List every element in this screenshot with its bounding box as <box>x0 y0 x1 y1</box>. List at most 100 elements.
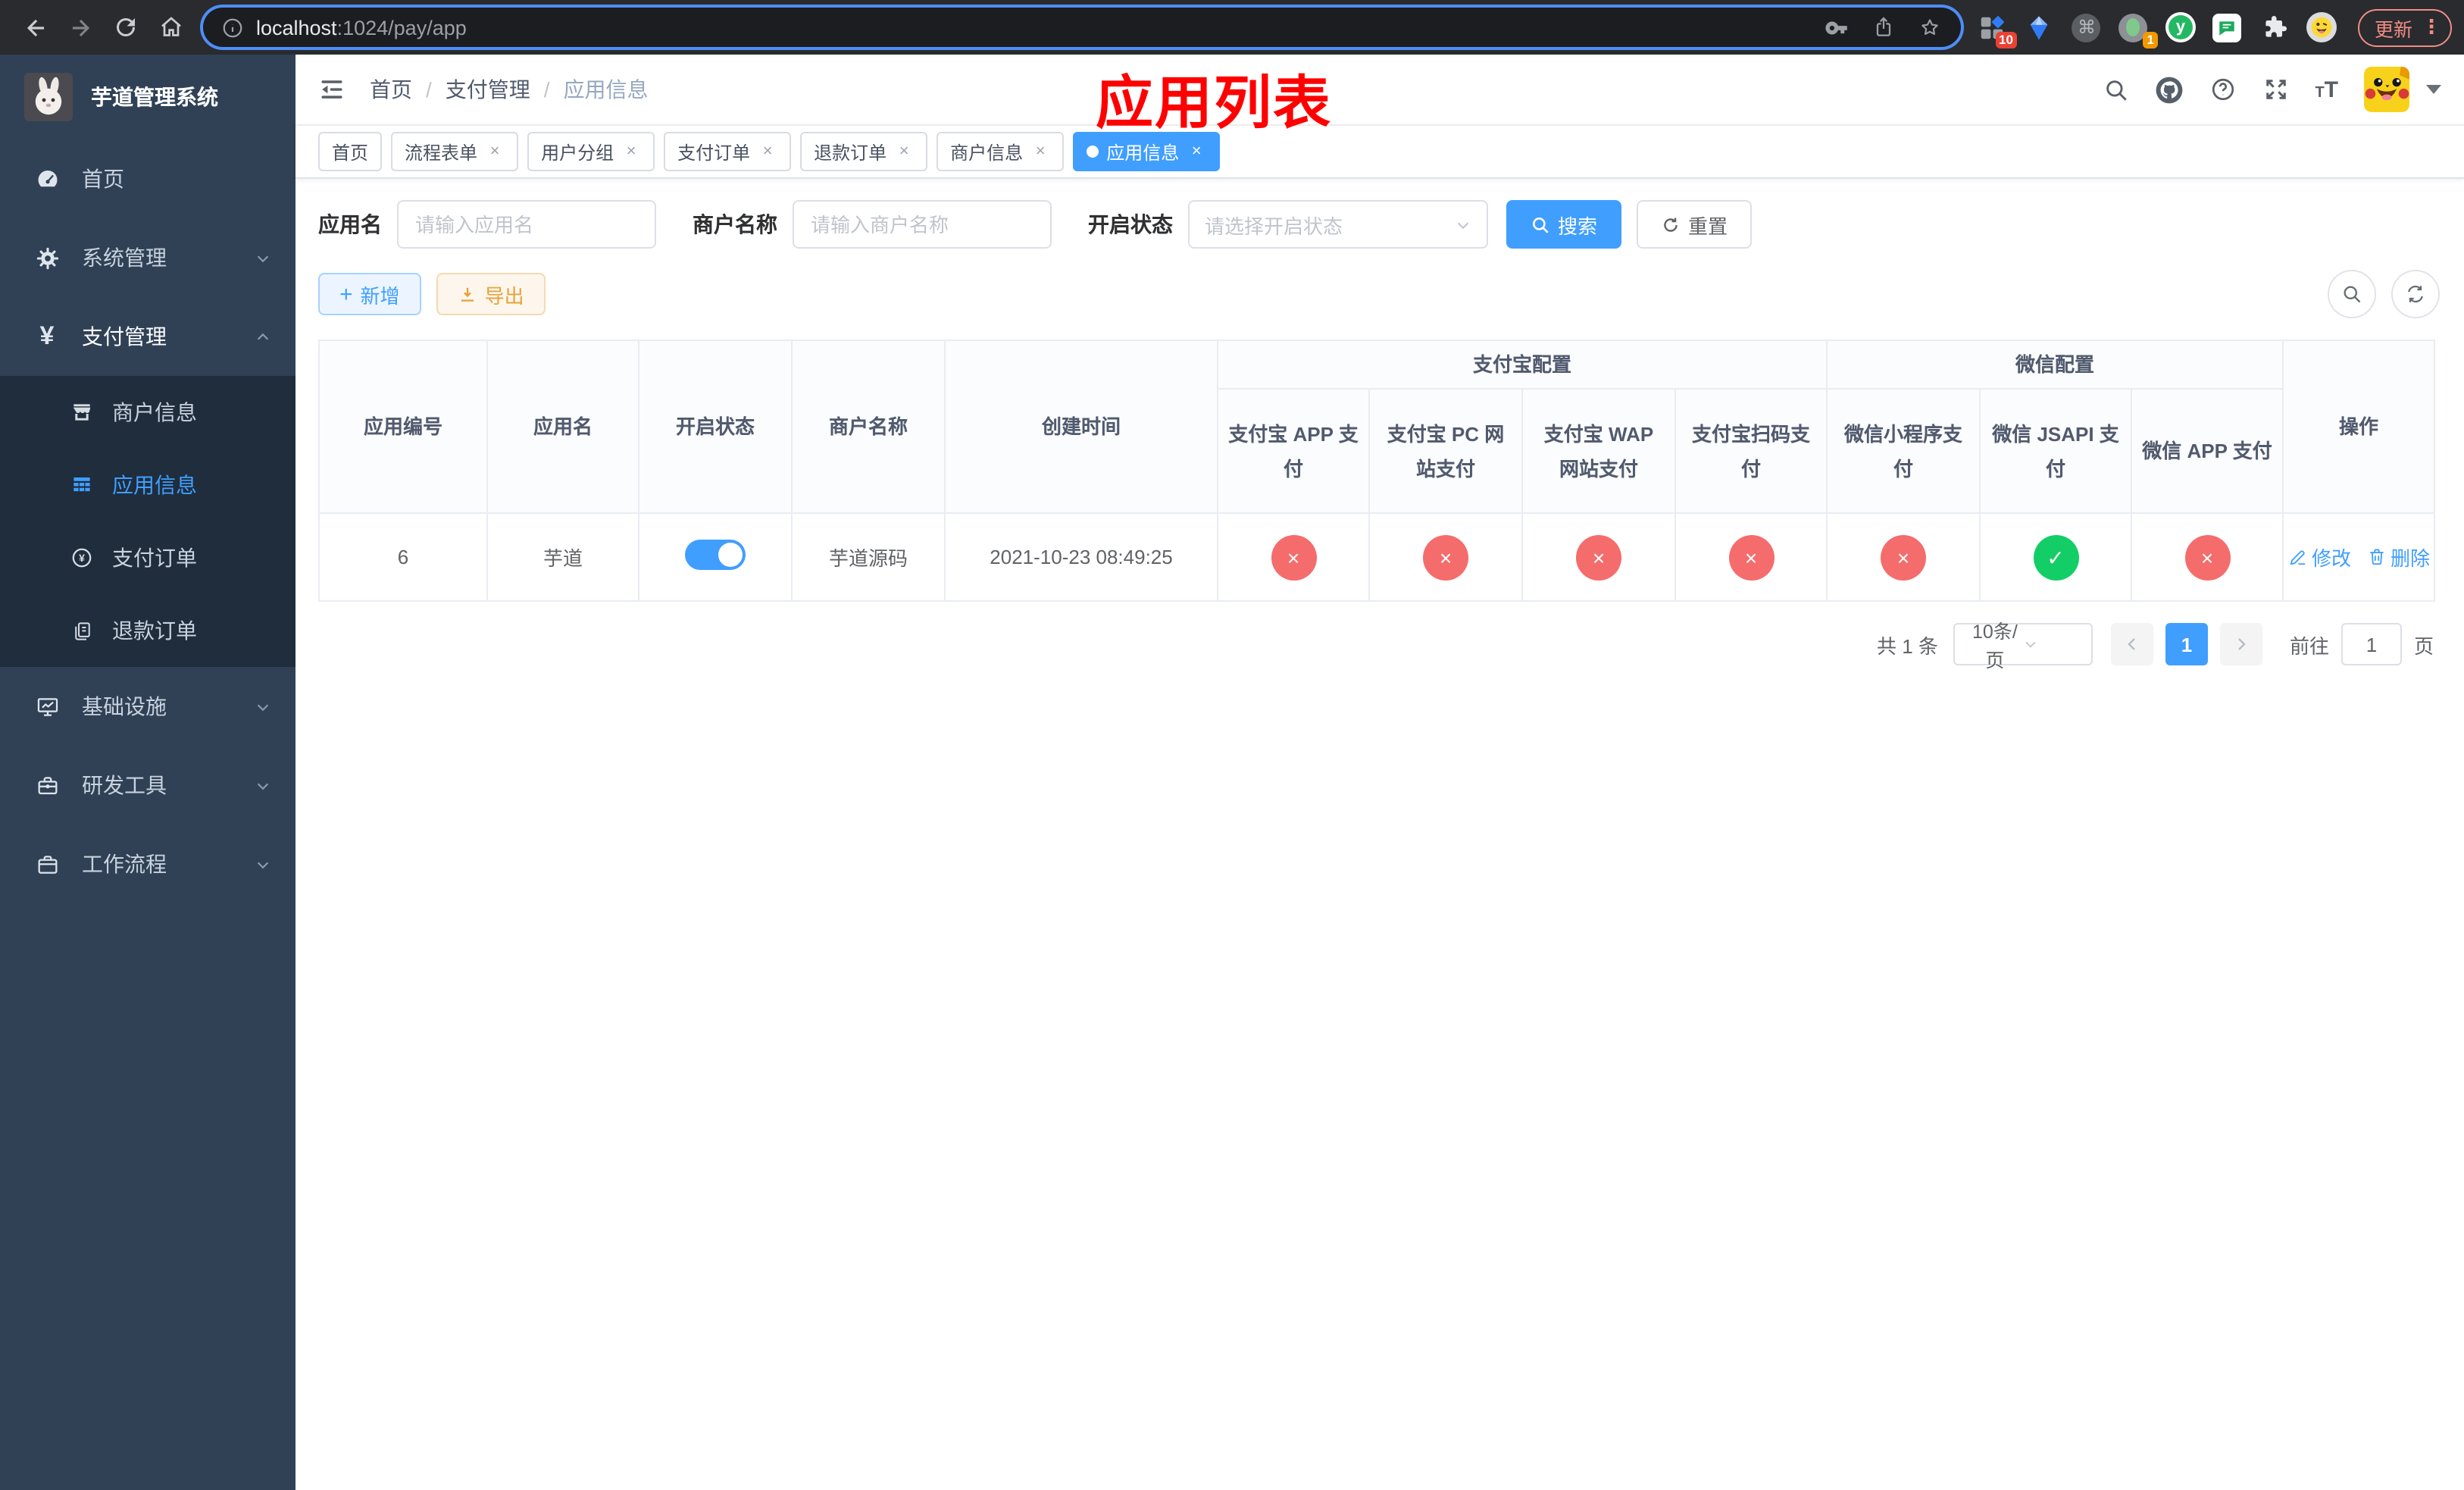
profile-avatar-icon[interactable] <box>2305 11 2338 44</box>
share-icon[interactable] <box>1871 15 1896 39</box>
tab-user-group[interactable]: 用户分组 × <box>527 132 655 171</box>
browser-back-icon[interactable] <box>12 5 58 50</box>
navbar: 首页 / 支付管理 / 应用信息 应用列表 T T <box>295 55 2464 136</box>
breadcrumb-payment[interactable]: 支付管理 <box>446 74 530 105</box>
tab-home[interactable]: 首页 <box>318 132 383 171</box>
cell-merchant: 芋道源码 <box>791 512 946 603</box>
reset-button[interactable]: 重置 <box>1637 200 1753 249</box>
col-app-name: 应用名 <box>486 339 639 515</box>
edit-link[interactable]: 修改 <box>2287 543 2351 572</box>
merchant-name-label: 商户名称 <box>693 212 777 236</box>
breadcrumb-home[interactable]: 首页 <box>370 74 412 105</box>
extension-badge: 1 <box>2143 31 2158 49</box>
app-name-label: 应用名 <box>318 212 382 236</box>
table-row: 6 芋道 芋道源码 2021-10-23 08:49:25 × × × × × <box>318 512 2436 603</box>
font-size-icon[interactable]: TT <box>2315 78 2338 101</box>
site-info-icon[interactable] <box>221 16 244 39</box>
col-alipay-pc: 支付宝 PC 网站支付 <box>1368 388 1523 515</box>
password-key-icon[interactable] <box>1825 14 1850 40</box>
next-page-button[interactable] <box>2219 623 2262 666</box>
close-icon[interactable]: × <box>894 142 914 161</box>
sidebar-item-dev-tools[interactable]: 研发工具 <box>0 746 295 825</box>
col-status: 开启状态 <box>638 339 793 515</box>
github-icon[interactable] <box>2154 75 2183 104</box>
prev-page-button[interactable] <box>2110 623 2153 666</box>
extensions-area: 10 ⌘ 1 y 更新 ⋮ <box>1976 8 2452 49</box>
search-icon[interactable] <box>2103 77 2128 102</box>
close-icon[interactable]: × <box>1187 142 1206 161</box>
breadcrumb-current: 应用信息 <box>563 77 649 102</box>
sidebar-item-infrastructure[interactable]: 基础设施 <box>0 667 295 746</box>
tags-view: 首页 流程表单 × 用户分组 × 支付订单 × 退款订单 × 商户信息 × 应用信息 × <box>295 126 2464 179</box>
chevron-down-icon <box>1455 216 1471 233</box>
help-icon[interactable] <box>2209 76 2236 103</box>
chevron-down-icon <box>255 698 271 715</box>
cell-alipay-wap: × <box>1521 512 1676 603</box>
close-icon[interactable]: × <box>1030 142 1050 161</box>
caret-down-icon[interactable] <box>2426 85 2441 94</box>
col-wechat-app: 微信 APP 支付 <box>2131 388 2284 515</box>
page-number-button[interactable]: 1 <box>2165 623 2208 666</box>
address-bar[interactable]: localhost:1024/pay/app <box>203 8 1961 47</box>
sidebar-item-home[interactable]: 首页 <box>0 139 295 218</box>
extension-yuque-icon[interactable]: y <box>2164 11 2197 44</box>
extension-gem-icon[interactable] <box>2023 11 2056 44</box>
extension-cmd-icon[interactable]: ⌘ <box>2070 11 2103 44</box>
extension-record-icon[interactable]: 1 <box>2117 11 2158 49</box>
sidebar-item-refund-orders[interactable]: 退款订单 <box>0 594 295 667</box>
sidebar-item-workflow[interactable]: 工作流程 <box>0 825 295 903</box>
close-icon[interactable]: × <box>485 142 505 161</box>
cell-operations: 修改 删除 <box>2282 512 2436 603</box>
search-button[interactable]: 搜索 <box>1506 200 1622 249</box>
tab-pay-orders[interactable]: 支付订单 × <box>664 132 792 171</box>
delete-link[interactable]: 删除 <box>2366 543 2430 572</box>
toggle-search-button[interactable] <box>2328 270 2376 318</box>
table-settings <box>2328 270 2440 318</box>
merchant-name-input[interactable] <box>793 200 1052 249</box>
user-avatar[interactable] <box>2364 67 2409 112</box>
tab-refund-orders[interactable]: 退款订单 × <box>800 132 928 171</box>
cell-wechat-app: × <box>2131 512 2284 603</box>
cell-wechat-mini: × <box>1826 512 1981 603</box>
fullscreen-icon[interactable] <box>2262 76 2289 103</box>
extension-grid-icon[interactable]: 10 <box>1976 11 2017 49</box>
bookmark-star-icon[interactable] <box>1917 14 1943 40</box>
page-suffix-label: 页 <box>2413 634 2434 658</box>
tab-process-form[interactable]: 流程表单 × <box>391 132 519 171</box>
cell-created: 2021-10-23 08:49:25 <box>944 512 1218 603</box>
browser-reload-icon[interactable] <box>103 5 149 50</box>
browser-menu-icon[interactable]: ⋮ <box>2422 15 2441 39</box>
tab-merchant-info[interactable]: 商户信息 × <box>937 132 1065 171</box>
status-toggle[interactable] <box>685 540 746 571</box>
extension-chat-icon[interactable] <box>2211 11 2244 44</box>
sidebar-item-app-info[interactable]: 应用信息 <box>0 449 295 521</box>
status-label: 开启状态 <box>1088 212 1173 236</box>
add-button[interactable]: + 新增 <box>318 273 421 315</box>
chrome-update-button[interactable]: 更新 ⋮ <box>2357 8 2452 46</box>
browser-forward-icon[interactable] <box>58 5 103 50</box>
chevron-up-icon <box>255 328 271 345</box>
col-app-id: 应用编号 <box>318 339 488 515</box>
toolbox-icon <box>33 772 61 798</box>
dashboard-icon <box>33 166 61 192</box>
sidebar-item-system[interactable]: 系统管理 <box>0 218 295 297</box>
main-area: 首页 / 支付管理 / 应用信息 应用列表 T T 首页 流程表单 × 用户分组… <box>295 55 2464 1490</box>
refresh-table-button[interactable] <box>2391 270 2440 318</box>
export-button[interactable]: 导出 <box>436 273 546 315</box>
cell-alipay-app: × <box>1217 512 1370 603</box>
extensions-puzzle-icon[interactable] <box>2258 11 2291 44</box>
goto-page-input[interactable] <box>2340 623 2402 666</box>
goto-label: 前往 <box>2289 634 2329 658</box>
status-select[interactable]: 请选择开启状态 <box>1188 200 1488 249</box>
sidebar-item-payment[interactable]: ¥ 支付管理 <box>0 297 295 376</box>
sidebar-item-merchant-info[interactable]: 商户信息 <box>0 376 295 449</box>
close-icon[interactable]: × <box>621 142 641 161</box>
close-icon[interactable]: × <box>758 142 777 161</box>
app-name-input[interactable] <box>397 200 656 249</box>
browser-home-icon[interactable] <box>149 5 194 50</box>
page-size-select[interactable]: 10条/页 <box>1953 622 2093 672</box>
sidebar-item-pay-orders[interactable]: ¥ 支付订单 <box>0 521 295 594</box>
sidebar-fold-icon[interactable] <box>318 76 346 103</box>
check-status-icon: ✓ <box>2033 534 2079 581</box>
app-logo[interactable]: 芋道管理系统 <box>0 55 295 139</box>
